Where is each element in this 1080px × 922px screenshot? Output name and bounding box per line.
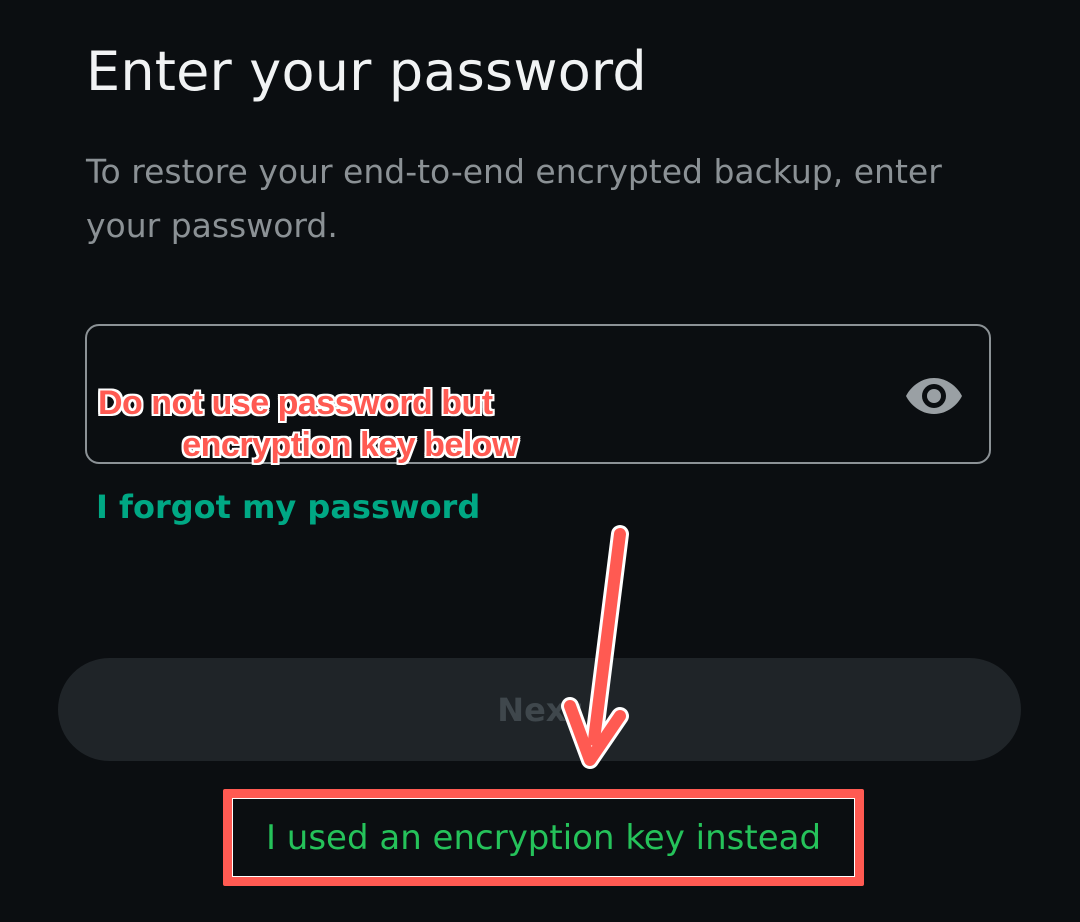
annotation-note: Do not use password but encryption key b… xyxy=(98,382,528,466)
eye-icon-graphic xyxy=(906,378,962,414)
forgot-password-link[interactable]: I forgot my password xyxy=(96,488,480,526)
annotation-note-line1: Do not use password but xyxy=(98,384,493,422)
page-subtitle: To restore your end-to-end encrypted bac… xyxy=(86,152,942,245)
annotation-note-line2: encryption key below xyxy=(182,426,518,464)
next-button[interactable]: Next xyxy=(58,658,1021,761)
eye-icon[interactable] xyxy=(904,374,964,418)
page-title: Enter your password xyxy=(86,40,647,103)
use-encryption-key-link[interactable]: I used an encryption key instead xyxy=(223,789,864,886)
